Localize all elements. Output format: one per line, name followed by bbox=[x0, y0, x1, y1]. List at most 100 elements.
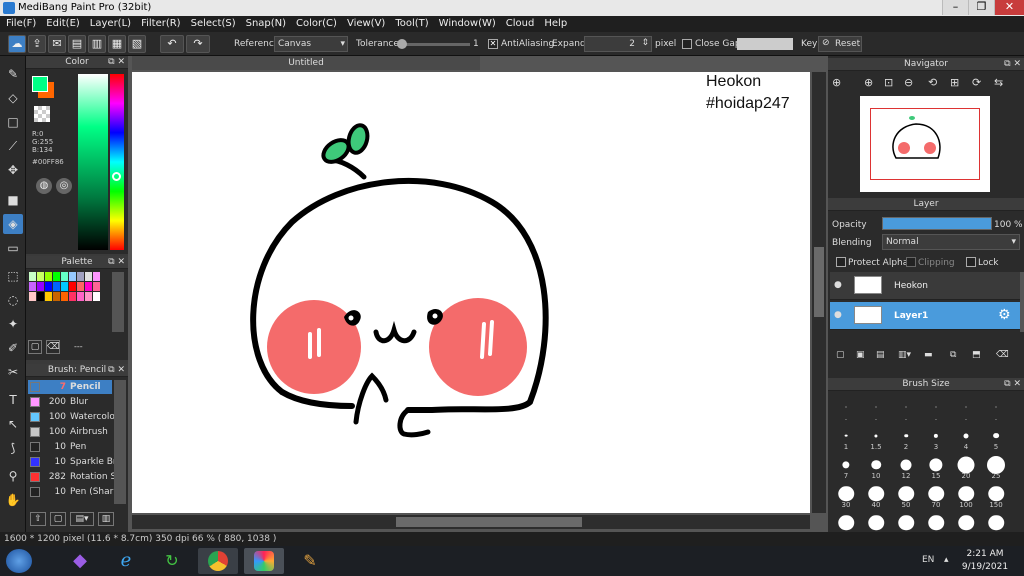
palette-swatch[interactable] bbox=[93, 292, 100, 301]
palette-swatch[interactable] bbox=[77, 292, 84, 301]
undo-icon[interactable]: ↶ bbox=[160, 35, 184, 53]
page-icon[interactable]: ▥ bbox=[88, 35, 106, 53]
palette-swatch[interactable] bbox=[61, 272, 68, 281]
move-tool-icon[interactable]: ✥ bbox=[3, 160, 23, 180]
brush-item[interactable]: 10 Sparkle Br bbox=[28, 455, 114, 469]
select-eraser-tool-icon[interactable]: ✂ bbox=[3, 362, 23, 382]
hue-slider[interactable] bbox=[110, 74, 124, 250]
zoom-minus-icon[interactable]: ⊖ bbox=[904, 76, 913, 89]
color-wheel-icon[interactable]: ◍ bbox=[36, 178, 52, 194]
opacity-slider[interactable] bbox=[882, 217, 992, 230]
brush-settings-icon[interactable]: ▥ bbox=[98, 512, 114, 526]
menu-file[interactable]: File(F) bbox=[0, 16, 40, 29]
reference-select[interactable]: Canvas ▾ bbox=[274, 36, 348, 52]
brush-item[interactable]: 282 Rotation S bbox=[28, 470, 114, 484]
duplicate-layer-icon[interactable]: ⧉ bbox=[950, 350, 956, 360]
palette-swatch[interactable] bbox=[61, 292, 68, 301]
brush-menu-icon[interactable]: ▤▾ bbox=[70, 512, 94, 526]
palette-swatch[interactable] bbox=[85, 282, 92, 291]
minimize-button[interactable]: – bbox=[942, 0, 968, 15]
menu-filter[interactable]: Filter(R) bbox=[135, 16, 185, 29]
palette-swatch[interactable] bbox=[69, 292, 76, 301]
palette-swatch[interactable] bbox=[45, 292, 52, 301]
palette-swatch[interactable] bbox=[85, 292, 92, 301]
brush-item[interactable]: 100 Watercolor bbox=[28, 410, 114, 424]
operation-tool-icon[interactable]: ↖ bbox=[3, 414, 23, 434]
visibility-eye-icon[interactable]: ● bbox=[834, 310, 842, 320]
brush-tool-icon[interactable]: ✎ bbox=[3, 64, 23, 84]
brush-size-option[interactable]: 25 bbox=[982, 452, 1010, 480]
palette-swatch[interactable] bbox=[53, 272, 60, 281]
palette-swatch[interactable] bbox=[53, 282, 60, 291]
redo-icon[interactable]: ↷ bbox=[186, 35, 210, 53]
close-gaps-slider[interactable] bbox=[737, 38, 793, 50]
layer-menu-icon[interactable]: ▥▾ bbox=[898, 350, 911, 360]
palette-swatch[interactable] bbox=[37, 292, 44, 301]
spinner-icon[interactable]: ⇕ bbox=[641, 38, 649, 48]
line-tool-icon[interactable]: ⟋ bbox=[3, 136, 23, 156]
dropper-tool-icon[interactable]: ⚲ bbox=[3, 466, 23, 486]
brush-cloud-icon[interactable]: ⇧ bbox=[30, 512, 46, 526]
maximize-button[interactable]: ❐ bbox=[968, 0, 994, 15]
brush-size-option[interactable]: 3 bbox=[922, 423, 950, 451]
eyedropper-tool-icon[interactable]: ⟆ bbox=[3, 438, 23, 458]
brush-item[interactable]: 7 Pencil bbox=[28, 380, 112, 394]
palette-swatch[interactable] bbox=[93, 282, 100, 291]
reset-button[interactable]: ⊘ Reset bbox=[818, 36, 862, 52]
lock-checkbox[interactable] bbox=[966, 257, 976, 267]
vertical-scroll-thumb[interactable] bbox=[814, 247, 824, 317]
layer-row-heokon[interactable]: ● Heokon bbox=[830, 272, 1020, 300]
panel-close-icon[interactable]: ⧉ ✕ bbox=[108, 56, 125, 69]
menu-color[interactable]: Color(C) bbox=[290, 16, 341, 29]
hue-slider-handle[interactable] bbox=[112, 172, 121, 181]
palette-swatch[interactable] bbox=[77, 282, 84, 291]
brush-size-option[interactable]: 40 bbox=[862, 481, 890, 509]
palette-swatch[interactable] bbox=[29, 292, 36, 301]
new-halftone-layer-icon[interactable]: ▣ bbox=[856, 350, 865, 360]
palette-swatch[interactable] bbox=[45, 282, 52, 291]
menu-window[interactable]: Window(W) bbox=[433, 16, 500, 29]
canvas-horizontal-scrollbar[interactable] bbox=[132, 515, 810, 529]
flip-icon[interactable]: ⇆ bbox=[994, 76, 1003, 89]
reset-view-icon[interactable]: ⊞ bbox=[950, 76, 959, 89]
menu-help[interactable]: Help bbox=[538, 16, 571, 29]
eraser-tool-icon[interactable]: ◇ bbox=[3, 88, 23, 108]
foreground-color-swatch[interactable] bbox=[32, 76, 48, 92]
zoom-in-icon[interactable]: ⊕ bbox=[832, 76, 841, 89]
palette-swatch[interactable] bbox=[37, 282, 44, 291]
select-pen-tool-icon[interactable]: ✐ bbox=[3, 338, 23, 358]
language-indicator[interactable]: EN bbox=[922, 555, 934, 565]
gear-icon[interactable]: ⚙ bbox=[998, 307, 1011, 323]
visual-studio-icon[interactable]: ◆ bbox=[60, 548, 100, 574]
panel-close-icon[interactable]: ⧉ ✕ bbox=[108, 364, 125, 377]
brush-size-option[interactable]: 15 bbox=[922, 452, 950, 480]
rotate-left-icon[interactable]: ⟲ bbox=[928, 76, 937, 89]
share-icon[interactable]: ⇪ bbox=[28, 35, 46, 53]
tray-chevron-icon[interactable]: ▴ bbox=[944, 555, 949, 565]
fill-shape-tool-icon[interactable]: ■ bbox=[3, 190, 23, 210]
merge-layer-icon[interactable]: ⬒ bbox=[972, 350, 981, 360]
bucket-tool-icon[interactable]: ◈ bbox=[3, 214, 23, 234]
cloud-icon[interactable]: ☁ bbox=[8, 35, 26, 53]
tolerance-slider-handle[interactable] bbox=[397, 39, 407, 49]
rotate-right-icon[interactable]: ⟳ bbox=[972, 76, 981, 89]
grid-icon[interactable]: ▦ bbox=[108, 35, 126, 53]
palette-swatch[interactable] bbox=[85, 272, 92, 281]
menu-cloud[interactable]: Cloud bbox=[500, 16, 539, 29]
palette-swatch[interactable] bbox=[93, 272, 100, 281]
brush-size-option[interactable]: 2 bbox=[892, 423, 920, 451]
paint-icon[interactable]: ✎ bbox=[290, 548, 330, 574]
brush-add-icon[interactable]: ▢ bbox=[50, 512, 66, 526]
gradient-tool-icon[interactable]: ▭ bbox=[3, 238, 23, 258]
brush-size-option[interactable]: 30 bbox=[832, 481, 860, 509]
menu-view[interactable]: View(V) bbox=[341, 16, 389, 29]
text-tool-icon[interactable]: T bbox=[3, 390, 23, 410]
chrome-icon[interactable] bbox=[198, 548, 238, 574]
layer-row-layer1[interactable]: ● Layer1 ⚙ bbox=[830, 302, 1020, 330]
brush-size-option[interactable]: 50 bbox=[892, 481, 920, 509]
panel-close-icon[interactable]: ⧉ ✕ bbox=[108, 256, 125, 269]
brush-size-option[interactable]: . bbox=[922, 394, 950, 422]
brush-size-option[interactable]: 7 bbox=[832, 452, 860, 480]
blending-select[interactable]: Normal ▾ bbox=[882, 234, 1020, 250]
close-button[interactable]: ✕ bbox=[994, 0, 1024, 15]
